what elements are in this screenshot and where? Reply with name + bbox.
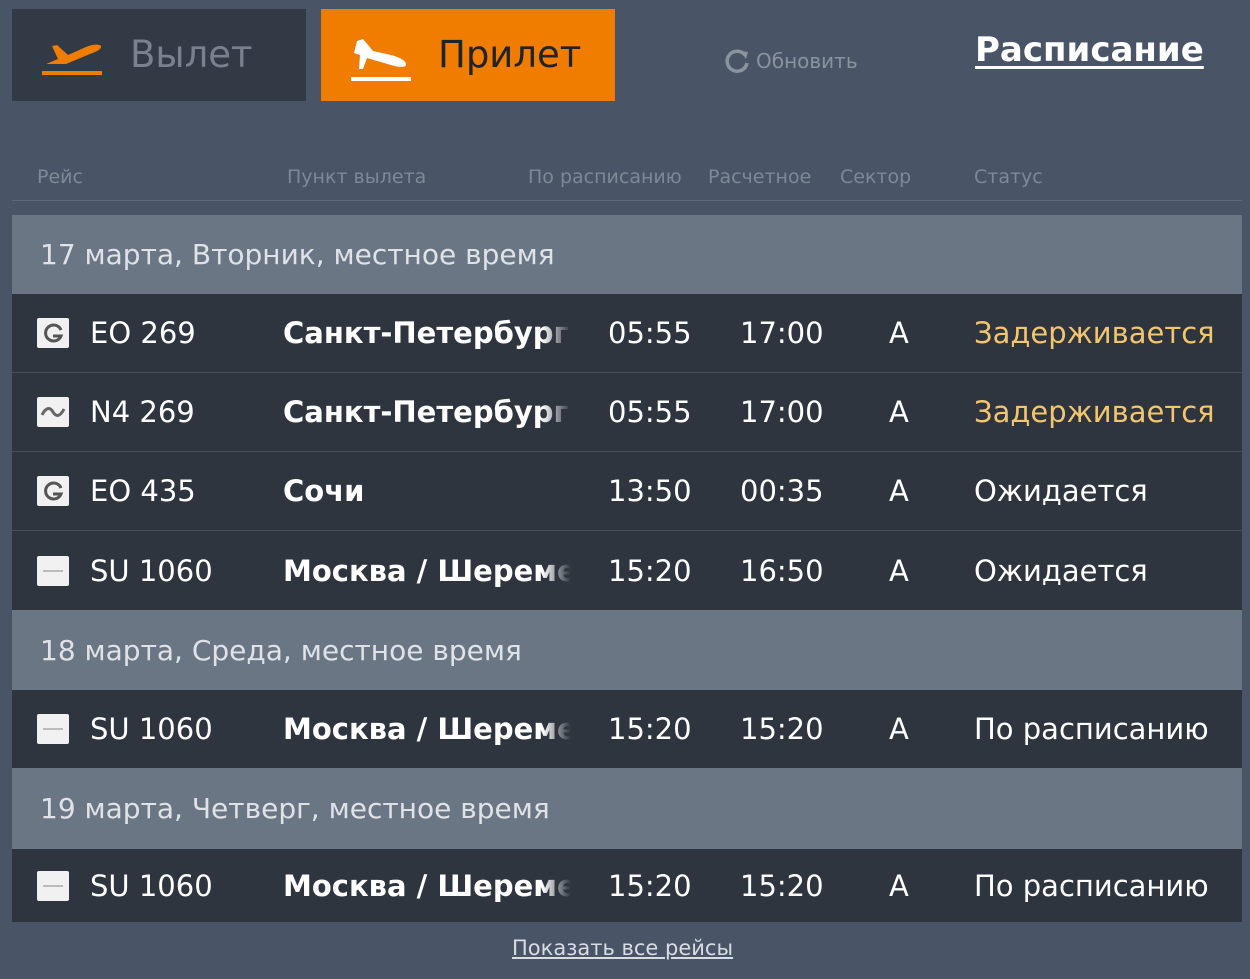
sector: A [889,553,909,588]
scheduled-time: 05:55 [608,395,692,429]
tab-arrivals-label: Прилет [438,33,582,76]
nordwind-logo-icon [37,397,69,427]
estimated-time: 16:50 [740,553,824,588]
origin-city: Москва / Шереметьево [283,712,571,746]
column-header-status: Статус [974,166,1043,188]
flight-status: Задерживается [974,395,1215,429]
tab-arrivals[interactable]: Прилет [321,9,615,101]
schedule-link[interactable]: Расписание [975,30,1204,70]
scheduled-time: 05:55 [608,316,692,350]
sector: A [889,316,909,350]
flight-status: Задерживается [974,316,1215,350]
flight-number: SU 1060 [90,553,213,588]
column-header-flight: Рейс [37,166,83,188]
flight-row[interactable]: EO 269 Санкт-Петербург 05:55 17:00 A Зад… [12,294,1242,373]
flight-row[interactable]: SU 1060 Москва / Шереметьево 15:20 16:50… [12,531,1242,610]
sector: A [889,868,909,903]
tab-departures-label: Вылет [130,33,253,76]
flight-number: EO 435 [90,474,196,508]
sector: A [889,712,909,746]
header-divider [12,200,1242,201]
sector: A [889,395,909,429]
scheduled-time: 15:20 [608,712,692,746]
column-header-origin: Пункт вылета [287,166,427,188]
aeroflot-logo-icon [37,714,69,744]
flight-row[interactable]: SU 1060 Москва / Шереметьево 15:20 15:20… [12,690,1242,768]
estimated-time: 00:35 [740,474,824,508]
estimated-time: 17:00 [740,395,824,429]
estimated-time: 15:20 [740,868,824,903]
origin-city: Санкт-Петербург [283,395,569,429]
flight-status: По расписанию [974,868,1209,903]
origin-city: Москва / Шереметьево [283,553,571,588]
plane-landing-icon [351,39,411,81]
date-group-header: 18 марта, Среда, местное время [12,610,1242,690]
aeroflot-logo-icon [37,555,69,586]
show-all-flights-link[interactable]: Показать все рейсы [512,936,733,960]
date-group-header: 17 марта, Вторник, местное время [12,215,1242,294]
pegas-logo-icon [37,318,69,348]
flight-number: EO 269 [90,316,196,350]
scheduled-time: 13:50 [608,474,692,508]
flight-row[interactable]: EO 435 Сочи 13:50 00:35 A Ожидается [12,452,1242,531]
estimated-time: 15:20 [740,712,824,746]
flight-number: SU 1060 [90,712,213,746]
flight-status: Ожидается [974,474,1148,508]
estimated-time: 17:00 [740,316,824,350]
refresh-icon [725,49,749,73]
flight-status: По расписанию [974,712,1209,746]
refresh-label: Обновить [756,49,858,73]
origin-city: Москва / Шереметьево [283,868,571,903]
plane-takeoff-icon [42,44,102,75]
flight-number: N4 269 [90,395,195,429]
origin-city: Сочи [283,474,365,508]
column-header-sector: Сектор [840,166,912,188]
tab-departures[interactable]: Вылет [12,9,306,101]
scheduled-time: 15:20 [608,553,692,588]
flight-status: Ожидается [974,553,1148,588]
sector: A [889,474,909,508]
flight-row[interactable]: N4 269 Санкт-Петербург 05:55 17:00 A Зад… [12,373,1242,452]
flight-number: SU 1060 [90,868,213,903]
origin-city: Санкт-Петербург [283,316,569,350]
scheduled-time: 15:20 [608,868,692,903]
flight-row[interactable]: SU 1060 Москва / Шереметьево 15:20 15:20… [12,849,1242,922]
date-group-header: 19 марта, Четверг, местное время [12,768,1242,849]
column-header-scheduled: По расписанию [528,166,682,188]
pegas-logo-icon [37,476,69,506]
aeroflot-logo-icon [37,870,69,901]
column-header-estimated: Расчетное [708,166,812,188]
refresh-button[interactable]: Обновить [722,43,858,79]
